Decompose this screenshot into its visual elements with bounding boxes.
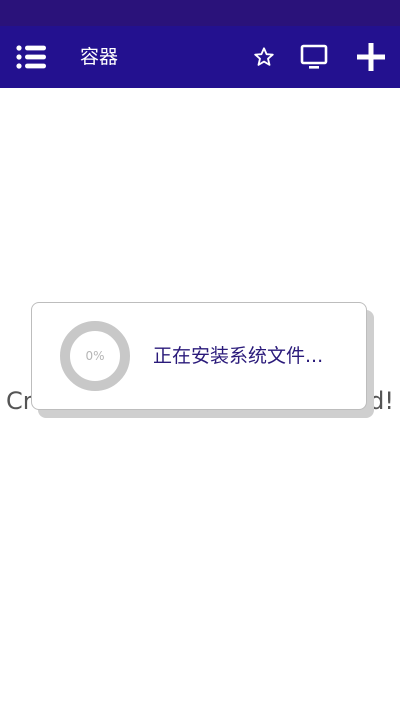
install-status-message: 正在安装系统文件... xyxy=(153,345,324,367)
menu-icon xyxy=(16,45,46,69)
add-button[interactable] xyxy=(352,38,390,76)
progress-dialog: 0% 正在安装系统文件... xyxy=(31,302,367,410)
background-text-left: Cr xyxy=(6,387,33,415)
monitor-icon xyxy=(300,44,328,69)
page-title: 容器 xyxy=(80,46,119,68)
plus-icon xyxy=(357,43,385,71)
menu-button[interactable] xyxy=(12,38,50,76)
app-bar: 容器 xyxy=(0,26,400,88)
favorite-button[interactable] xyxy=(248,40,280,74)
screen: 容器 Cr d! 0% 正在安装系统文件... xyxy=(0,0,400,710)
star-outline-icon xyxy=(254,47,274,66)
status-bar xyxy=(0,0,400,26)
progress-percent: 0% xyxy=(85,349,105,363)
display-button[interactable] xyxy=(296,40,332,74)
